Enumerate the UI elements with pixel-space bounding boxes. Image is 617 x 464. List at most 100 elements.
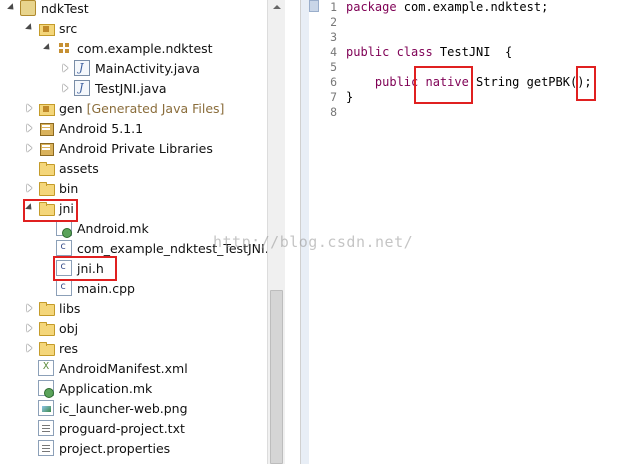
collapsed-arrow-icon[interactable] [60, 63, 70, 73]
code-editor[interactable]: 12345678 package com.example.ndktest; pub… [300, 0, 617, 464]
tree-item-label: MainActivity.java [95, 60, 200, 76]
java-file-icon [74, 60, 90, 76]
text-file-icon [38, 440, 54, 456]
code-line[interactable]: package com.example.ndktest; [346, 0, 548, 15]
tree-item-label: ic_launcher-web.png [59, 400, 188, 416]
no-arrow [42, 243, 52, 253]
package-explorer: ndkTest src com.example.ndktest MainActivit… [0, 0, 285, 464]
no-arrow [24, 383, 34, 393]
no-arrow [42, 283, 52, 293]
tree-item[interactable]: ndkTest [0, 0, 268, 18]
tree-item[interactable]: proguard-project.txt [0, 418, 268, 438]
code-line[interactable]: public class TestJNI { [346, 45, 512, 60]
code-line[interactable]: public native String getPBK(); [346, 75, 592, 90]
collapsed-arrow-icon[interactable] [24, 183, 34, 193]
collapsed-arrow-icon[interactable] [24, 123, 34, 133]
tree-item-label: jni [59, 200, 74, 216]
tree-item-label: src [59, 20, 78, 36]
tree-item-label: Application.mk [59, 380, 153, 396]
tree-item-label: gen [59, 100, 83, 116]
tree-item[interactable]: Android Private Libraries [0, 138, 268, 158]
watermark: http://blog.csdn.net/ [213, 233, 414, 251]
source-folder-icon [38, 20, 55, 36]
line-number: 4 [330, 45, 337, 59]
expanded-arrow-icon[interactable] [42, 43, 52, 53]
tree-item-label: proguard-project.txt [59, 420, 185, 436]
tree-item-label: bin [59, 180, 79, 196]
explorer-scroll-thumb[interactable] [270, 290, 283, 464]
code-keyword: package [346, 0, 397, 14]
line-number: 6 [330, 75, 337, 89]
line-number: 2 [330, 15, 337, 29]
package-icon [56, 40, 72, 56]
tree-item-label: obj [59, 320, 79, 336]
folder-icon [38, 320, 55, 336]
text-file-icon [38, 420, 54, 436]
tree-item[interactable]: src [0, 18, 268, 38]
tree-item-label: AndroidManifest.xml [59, 360, 188, 376]
source-folder-icon [38, 100, 55, 116]
scroll-up-arrow-icon[interactable] [271, 2, 282, 13]
makefile-icon [56, 220, 72, 238]
editor-annotation-ruler [301, 0, 309, 464]
tree-item[interactable]: MainActivity.java [0, 58, 268, 78]
current-line-marker-icon [309, 0, 319, 12]
tree-item[interactable]: assets [0, 158, 268, 178]
tree-item[interactable]: jni [0, 198, 268, 218]
folder-icon [38, 180, 55, 196]
expanded-arrow-icon[interactable] [6, 3, 16, 13]
collapsed-arrow-icon[interactable] [24, 143, 34, 153]
folder-icon [38, 300, 55, 316]
cpp-file-icon [56, 280, 72, 296]
expanded-arrow-icon[interactable] [24, 203, 34, 213]
tree-item[interactable]: main.cpp [0, 278, 268, 298]
line-number: 5 [330, 60, 337, 74]
line-number: 7 [330, 90, 337, 104]
java-file-icon [74, 80, 90, 96]
tree-item[interactable]: bin [0, 178, 268, 198]
tree-item-decoration: [Generated Java Files] [86, 100, 225, 116]
folder-icon [38, 200, 55, 216]
collapsed-arrow-icon[interactable] [24, 303, 34, 313]
code-area[interactable]: package com.example.ndktest; public class… [346, 0, 617, 464]
makefile-icon [38, 380, 54, 398]
collapsed-arrow-icon[interactable] [60, 83, 70, 93]
no-arrow [42, 263, 52, 273]
tree-item-label: assets [59, 160, 99, 176]
code-text: } [346, 90, 354, 104]
xml-file-icon [38, 360, 54, 376]
project-icon [20, 0, 36, 16]
tree-item[interactable]: Android 5.1.1 [0, 118, 268, 138]
tree-item[interactable]: TestJNI.java [0, 78, 268, 98]
tree-item[interactable]: gen [Generated Java Files] [0, 98, 268, 118]
folder-icon [38, 160, 55, 176]
code-keyword: public class [346, 45, 433, 59]
code-line[interactable]: } [346, 90, 353, 105]
collapsed-arrow-icon[interactable] [24, 343, 34, 353]
expanded-arrow-icon[interactable] [24, 23, 34, 33]
c-header-icon [56, 240, 72, 256]
tree-item-label: res [59, 340, 79, 356]
tree-item[interactable]: libs [0, 298, 268, 318]
tree-item[interactable]: jni.h [0, 258, 268, 278]
tree-item[interactable]: Application.mk [0, 378, 268, 398]
no-arrow [24, 443, 34, 453]
collapsed-arrow-icon[interactable] [24, 103, 34, 113]
c-header-icon [56, 260, 72, 276]
tree-item[interactable]: ic_launcher-web.png [0, 398, 268, 418]
tree-item[interactable]: project.properties [0, 438, 268, 458]
no-arrow [24, 423, 34, 433]
code-keyword: public native [346, 75, 469, 89]
no-arrow [24, 363, 34, 373]
code-text: TestJNI { [432, 45, 513, 59]
tree-item[interactable]: com.example.ndktest [0, 38, 268, 58]
explorer-scrollbar[interactable] [267, 0, 285, 464]
no-arrow [24, 403, 34, 413]
collapsed-arrow-icon[interactable] [24, 323, 34, 333]
tree-item[interactable]: AndroidManifest.xml [0, 358, 268, 378]
tree-item[interactable]: obj [0, 318, 268, 338]
tree-item-label: main.cpp [77, 280, 135, 296]
code-text: com.example.ndktest; [396, 0, 549, 14]
line-number: 3 [330, 30, 337, 44]
tree-item[interactable]: res [0, 338, 268, 358]
